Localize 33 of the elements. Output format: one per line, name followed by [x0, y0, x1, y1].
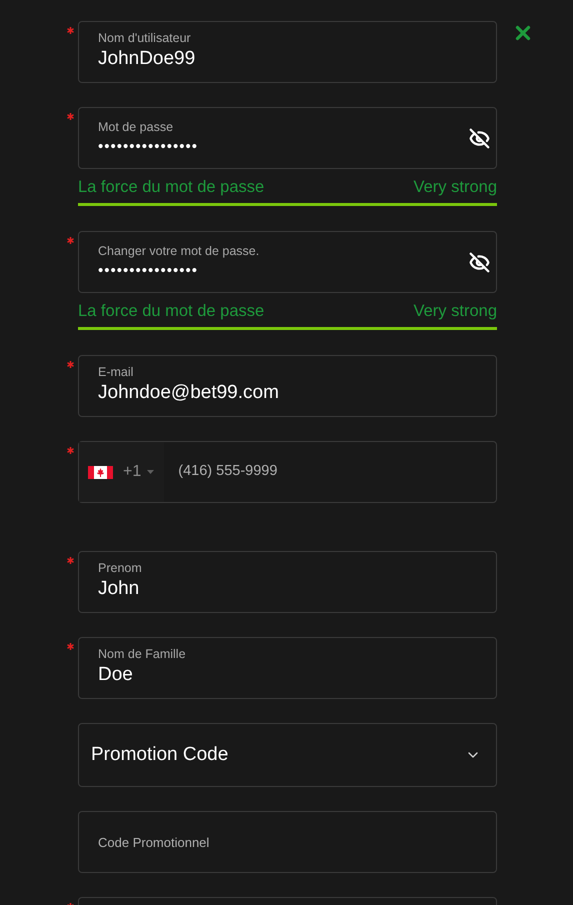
- field-value: Doe: [98, 663, 134, 687]
- text-field[interactable]: Nom d'utilisateur JohnDoe99: [78, 21, 497, 83]
- field-value: John: [98, 577, 140, 601]
- strength-label: La force du mot de passe: [78, 177, 264, 197]
- strength-label: La force du mot de passe: [78, 301, 264, 321]
- phone-value: (416) 555-9999: [178, 462, 278, 482]
- strength-value: Very strong: [414, 301, 497, 321]
- caret-icon: [147, 470, 154, 474]
- country-code: +1: [123, 462, 142, 482]
- field-label: Mot de passe: [98, 119, 174, 135]
- password-field[interactable]: Mot de passe ••••••••••••••••: [78, 107, 497, 169]
- field-value: ••••••••••••••••: [98, 137, 200, 157]
- hide-password-button[interactable]: [467, 126, 492, 150]
- text-field[interactable]: E-mail Johndoe@bet99.com: [78, 355, 497, 417]
- eye-off-icon: [469, 128, 490, 148]
- field-label: Changer votre mot de passe.: [98, 243, 260, 259]
- field-label: Prenom: [98, 560, 143, 576]
- field-label: E-mail: [98, 364, 134, 380]
- promotion-select[interactable]: Promotion Code: [78, 723, 497, 787]
- field-value: Johndoe@bet99.com: [98, 381, 280, 405]
- field-label: Nom de Famille: [98, 646, 187, 662]
- field-value: JohnDoe99: [98, 47, 196, 71]
- field-value: ••••••••••••••••: [98, 261, 200, 281]
- text-field[interactable]: Nom de Famille Doe: [78, 637, 497, 699]
- eye-off-icon: [469, 252, 490, 272]
- strength-value: Very strong: [414, 177, 497, 197]
- field-label: Nom d'utilisateur: [98, 30, 192, 46]
- hide-password-button[interactable]: [467, 250, 492, 274]
- promo-code-field[interactable]: Code Promotionnel: [78, 811, 497, 873]
- flag-icon: [88, 466, 113, 478]
- password-field[interactable]: Changer votre mot de passe. ••••••••••••••••: [78, 231, 497, 293]
- phone-field[interactable]: +1 (416) 555-9999: [78, 441, 497, 503]
- text-field[interactable]: Prenom John: [78, 551, 497, 613]
